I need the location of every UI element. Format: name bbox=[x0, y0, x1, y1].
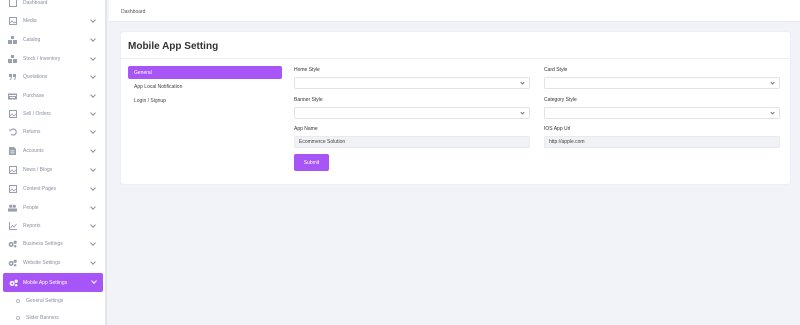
keyboard-icon bbox=[8, 92, 17, 101]
sidebar-item-media[interactable]: Media bbox=[0, 12, 105, 30]
sidebar-subitem-general-settings[interactable]: General Settings bbox=[0, 294, 105, 308]
gears-icon bbox=[8, 259, 17, 268]
sidebar-item-stock-inventory[interactable]: Stock / Inventory bbox=[0, 50, 105, 68]
cart-icon bbox=[8, 110, 17, 119]
chevron-down-icon bbox=[520, 110, 525, 115]
settings-card: Mobile App Setting General App Local Not… bbox=[121, 32, 790, 184]
tab-general[interactable]: General bbox=[128, 66, 282, 79]
topbar: Dashboard bbox=[109, 0, 800, 22]
sidebar: Dashboard Media Catalog Stock / Inventor… bbox=[0, 0, 107, 325]
divider bbox=[121, 58, 790, 59]
undo-icon bbox=[8, 128, 17, 137]
sidebar-subitem-label: Slider Banners bbox=[26, 315, 59, 321]
sidebar-item-label: Mobile App Settings bbox=[23, 279, 68, 286]
sidebar-item-label: Returns bbox=[23, 129, 41, 135]
chevron-down-icon bbox=[90, 166, 96, 172]
sidebar-item-returns[interactable]: Returns bbox=[0, 123, 105, 141]
app-name-field[interactable]: Ecommerce Solution bbox=[294, 136, 530, 148]
sidebar-item-catalog[interactable]: Catalog bbox=[0, 31, 105, 49]
sidebar-item-content-pages[interactable]: Content Pages bbox=[0, 180, 105, 198]
sidebar-item-reports[interactable]: Reports bbox=[0, 217, 105, 235]
circle-icon bbox=[16, 316, 20, 320]
dashboard-icon bbox=[8, 0, 17, 8]
sidebar-item-label: Reports bbox=[23, 223, 41, 229]
boxes-icon bbox=[8, 36, 17, 45]
home-style-label: Home Style bbox=[294, 67, 320, 73]
sidebar-subitem-label: General Settings bbox=[26, 298, 64, 304]
gears-icon bbox=[9, 278, 18, 287]
sidebar-subitem-slider-banners[interactable]: Slider Banners bbox=[0, 311, 105, 325]
chevron-down-icon bbox=[90, 17, 96, 23]
page-title: Mobile App Setting bbox=[128, 41, 219, 52]
sidebar-item-label: People bbox=[23, 205, 39, 211]
card-style-select[interactable] bbox=[544, 77, 780, 89]
chevron-down-icon bbox=[770, 80, 775, 85]
sidebar-item-label: Business Settings bbox=[23, 241, 63, 247]
sidebar-item-label: Purchase bbox=[23, 93, 45, 99]
sidebar-item-label: Sell / Orders bbox=[23, 111, 51, 117]
circle-icon bbox=[16, 299, 20, 303]
chevron-down-icon bbox=[90, 185, 96, 191]
sidebar-item-label: Accounts bbox=[23, 148, 44, 154]
boxes-icon bbox=[8, 55, 17, 64]
chevron-down-icon bbox=[90, 110, 96, 116]
image-icon bbox=[8, 185, 17, 194]
gears-icon bbox=[8, 240, 17, 249]
sidebar-item-business-settings[interactable]: Business Settings bbox=[0, 235, 105, 253]
ios-app-url-label: IOS App Url bbox=[544, 126, 571, 132]
app-name-label: App Name bbox=[294, 126, 318, 132]
sidebar-item-purchase[interactable]: Purchase bbox=[0, 87, 105, 105]
chevron-down-icon bbox=[90, 204, 96, 210]
chevron-down-icon bbox=[90, 73, 96, 79]
image-icon bbox=[8, 17, 17, 26]
chevron-down-icon bbox=[90, 147, 96, 153]
chevron-down-icon bbox=[90, 222, 96, 228]
ios-app-url-field[interactable]: http://apple.com bbox=[544, 136, 780, 148]
sidebar-item-dashboard[interactable]: Dashboard bbox=[0, 0, 105, 12]
sidebar-item-website-settings[interactable]: Website Settings bbox=[0, 254, 105, 272]
category-style-label: Category Style bbox=[544, 97, 577, 103]
people-icon bbox=[8, 204, 17, 213]
chevron-down-icon bbox=[520, 80, 525, 85]
chevron-down-icon bbox=[91, 278, 97, 284]
chevron-down-icon bbox=[90, 240, 96, 246]
chevron-down-icon bbox=[90, 128, 96, 134]
sidebar-item-label: Stock / Inventory bbox=[23, 56, 61, 62]
sidebar-item-people[interactable]: People bbox=[0, 199, 105, 217]
submit-button[interactable]: Submit bbox=[294, 154, 329, 171]
chevron-down-icon bbox=[90, 36, 96, 42]
sidebar-item-label: Media bbox=[23, 18, 37, 24]
chevron-down-icon bbox=[770, 110, 775, 115]
document-icon bbox=[8, 147, 17, 156]
sidebar-item-label: Website Settings bbox=[23, 260, 61, 266]
sidebar-item-mobile-app-settings[interactable]: Mobile App Settings bbox=[3, 273, 103, 292]
card-style-label: Card Style bbox=[544, 67, 568, 73]
sidebar-item-accounts[interactable]: Accounts bbox=[0, 142, 105, 160]
image-icon bbox=[8, 166, 17, 175]
sidebar-item-label: News / Blogs bbox=[23, 167, 53, 173]
chart-icon bbox=[8, 222, 17, 231]
chevron-down-icon bbox=[90, 55, 96, 61]
banner-style-select[interactable] bbox=[294, 107, 530, 119]
chevron-down-icon bbox=[90, 92, 96, 98]
sidebar-item-label: Catalog bbox=[23, 37, 41, 43]
banner-style-label: Banner Style bbox=[294, 97, 323, 103]
home-style-select[interactable] bbox=[294, 77, 530, 89]
sidebar-item-label: Quotations bbox=[23, 74, 48, 80]
tab-login-signup[interactable]: Login / Signup bbox=[128, 94, 282, 107]
tab-app-local-notification[interactable]: App Local Notification bbox=[128, 80, 282, 93]
sidebar-item-news-blogs[interactable]: News / Blogs bbox=[0, 161, 105, 179]
breadcrumb[interactable]: Dashboard bbox=[121, 9, 145, 15]
quote-icon bbox=[8, 73, 17, 82]
chevron-down-icon bbox=[90, 259, 96, 265]
sidebar-item-sell-orders[interactable]: Sell / Orders bbox=[0, 105, 105, 123]
sidebar-item-label: Dashboard bbox=[23, 0, 48, 6]
sidebar-item-quotations[interactable]: Quotations bbox=[0, 68, 105, 86]
category-style-select[interactable] bbox=[544, 107, 780, 119]
sidebar-item-label: Content Pages bbox=[23, 186, 57, 192]
